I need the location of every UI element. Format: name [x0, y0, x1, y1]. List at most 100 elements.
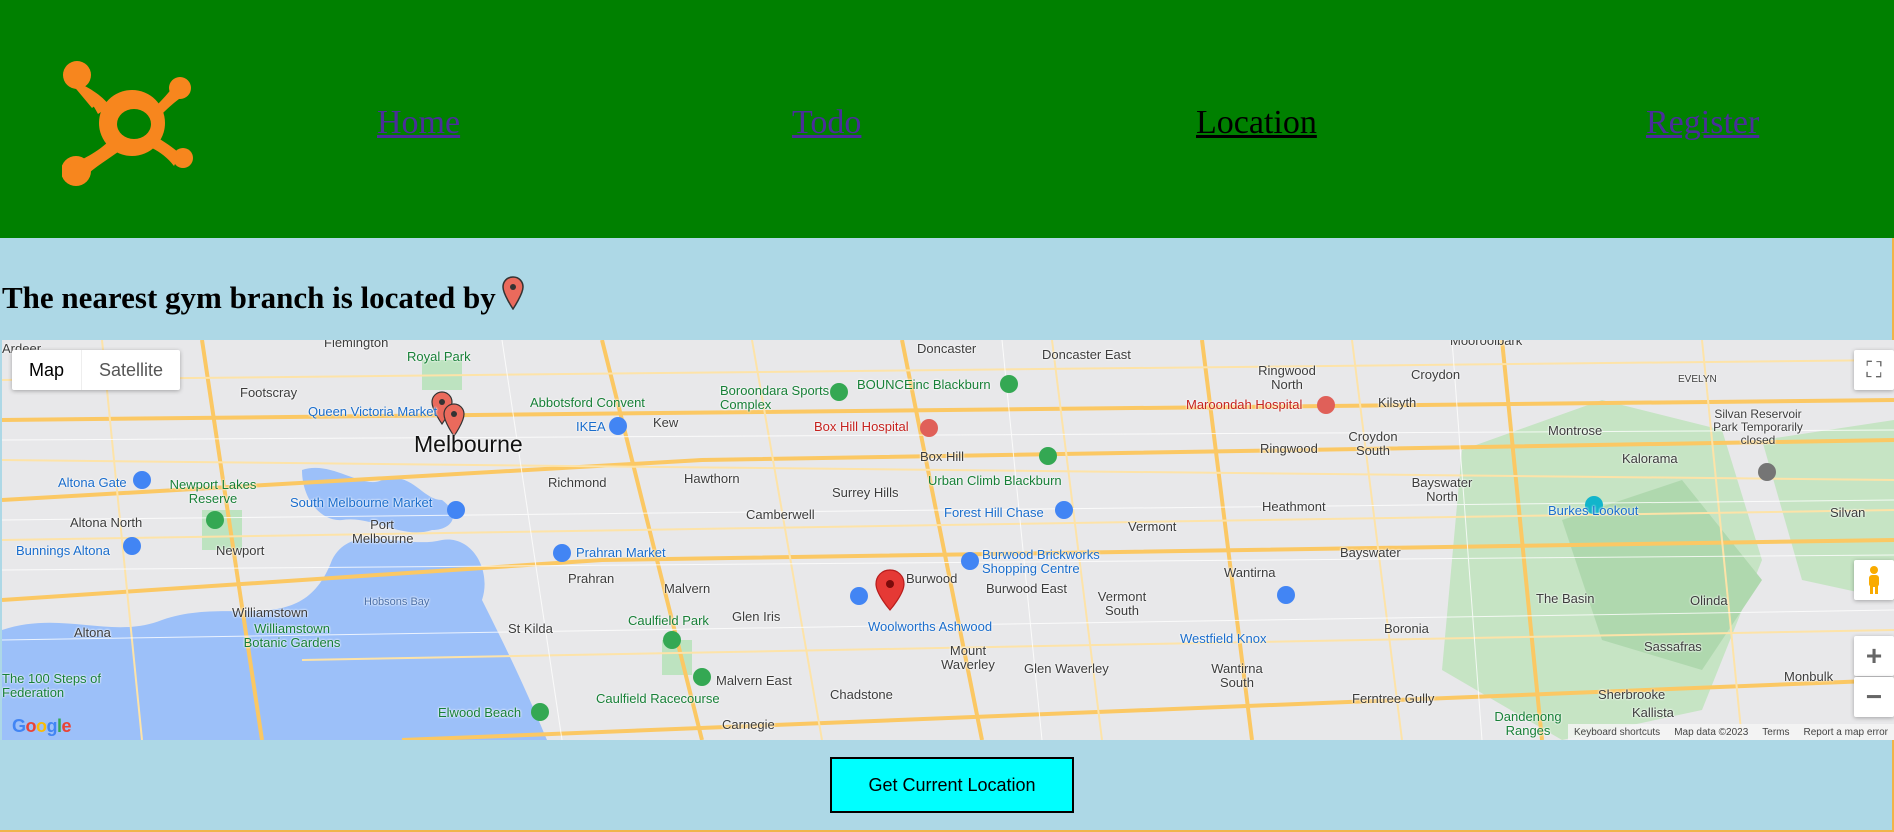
- map-label: Vermont: [1128, 519, 1177, 534]
- map-city-label: Melbourne: [414, 431, 523, 457]
- heading-text: The nearest gym branch is located by: [2, 280, 496, 315]
- map-label: Westfield Knox: [1180, 631, 1267, 646]
- get-current-location-button[interactable]: Get Current Location: [830, 757, 1074, 813]
- map-label: St Kilda: [508, 621, 553, 636]
- map-label: Hawthorn: [684, 471, 740, 486]
- map-label: Sassafras: [1644, 639, 1702, 654]
- map-label: Caulfield Park: [628, 613, 709, 628]
- map-label: Altona North: [70, 515, 143, 530]
- nav-home-link[interactable]: Home: [377, 106, 460, 140]
- google-map[interactable]: Ardeer Flemington Royal Park Footscray Q…: [2, 340, 1894, 740]
- map-label: Camberwell: [746, 507, 815, 522]
- map-label: Doncaster: [917, 341, 977, 356]
- map-label: BOUNCEinc Blackburn: [857, 377, 991, 392]
- map-label: Maroondah Hospital: [1186, 397, 1303, 412]
- map-label: Olinda: [1690, 593, 1728, 608]
- map-label: Glen Iris: [732, 609, 781, 624]
- map-label: Silvan: [1830, 505, 1866, 520]
- map-label: Woolworths Ashwood: [868, 619, 993, 634]
- map-label: Wantirna: [1224, 565, 1276, 580]
- nav-register-link[interactable]: Register: [1646, 106, 1759, 140]
- pegman-icon: [1869, 566, 1879, 594]
- map-label: Ferntree Gully: [1352, 691, 1435, 706]
- map-label: Burwood Brickworks Shopping Centre: [982, 547, 1100, 577]
- map-label: Prahran Market: [576, 545, 666, 560]
- map-label: Kilsyth: [1378, 395, 1417, 410]
- map-type-control: Map Satellite: [12, 350, 181, 390]
- map-label: Newport Lakes Reserve: [169, 477, 257, 507]
- map-label: Boronia: [1384, 621, 1429, 636]
- map-label: Ringwood: [1260, 441, 1318, 456]
- fullscreen-icon: ⛶: [1866, 357, 1882, 382]
- map-label: Burwood: [906, 571, 958, 586]
- map-label: Prahran: [568, 571, 615, 586]
- map-label: Montrose: [1548, 423, 1603, 438]
- map-label: The 100 Steps of Federation: [2, 671, 102, 701]
- map-label: Forest Hill Chase: [944, 505, 1044, 520]
- map-label: Kew: [653, 415, 679, 430]
- map-label: Bayswater North: [1411, 475, 1473, 505]
- map-label: Wantirna South: [1211, 661, 1263, 691]
- zoom-out-button[interactable]: −: [1854, 677, 1894, 717]
- report-error-link[interactable]: Report a map error: [1804, 727, 1888, 738]
- map-label: Caulfield Racecourse: [596, 691, 720, 706]
- map-label: Urban Climb Blackburn: [928, 473, 1062, 488]
- map-label: The Basin: [1536, 591, 1595, 606]
- page-heading: The nearest gym branch is located by: [2, 276, 524, 316]
- map-label: Doncaster East: [1042, 347, 1131, 362]
- map-label: Dandenong Ranges: [1494, 709, 1562, 739]
- keyboard-shortcuts-link[interactable]: Keyboard shortcuts: [1574, 727, 1660, 738]
- terms-link[interactable]: Terms: [1762, 727, 1789, 738]
- map-label: Mooroolbark: [1450, 340, 1523, 348]
- map-label: Croydon: [1411, 367, 1461, 382]
- map-label: Bayswater: [1340, 545, 1401, 560]
- map-label: Port Melbourne: [352, 517, 414, 547]
- nav-location-link[interactable]: Location: [1196, 106, 1317, 140]
- map-label: Elwood Beach: [438, 705, 522, 720]
- map-label: Newport: [216, 543, 265, 558]
- map-label: Sherbrooke: [1598, 687, 1666, 702]
- map-label: Chadstone: [830, 687, 893, 702]
- map-label: Glen Waverley: [1024, 661, 1109, 676]
- map-data-text: Map data ©2023: [1674, 726, 1749, 738]
- google-logo[interactable]: Google: [12, 716, 72, 737]
- map-label: EVELYN: [1678, 374, 1717, 385]
- map-label: Burkes Lookout: [1548, 503, 1639, 518]
- zoom-in-button[interactable]: +: [1854, 636, 1894, 676]
- street-view-pegman[interactable]: [1854, 560, 1894, 600]
- map-type-satellite-button[interactable]: Satellite: [82, 350, 180, 390]
- map-footer: Keyboard shortcuts Map data ©2023 Terms …: [1568, 724, 1894, 740]
- map-type-map-button[interactable]: Map: [12, 350, 83, 390]
- map-label: Box Hill Hospital: [814, 419, 909, 434]
- plus-icon: +: [1865, 640, 1883, 671]
- map-label: Heathmont: [1262, 499, 1326, 514]
- map-label: Malvern: [664, 581, 711, 596]
- map-label: Footscray: [240, 385, 298, 400]
- minus-icon: −: [1865, 681, 1883, 712]
- map-label: Croydon South: [1348, 429, 1398, 459]
- map-label: Box Hill: [920, 449, 965, 464]
- orangetheory-logo-icon[interactable]: [62, 58, 196, 188]
- map-label: Ringwood North: [1258, 363, 1316, 393]
- map-label: Malvern East: [716, 673, 792, 688]
- map-label: Mount Waverley: [941, 643, 995, 673]
- map-label: Flemington: [324, 340, 389, 350]
- map-pin-icon: [501, 276, 524, 310]
- map-label: Williamstown: [232, 605, 308, 620]
- map-label: Surrey Hills: [832, 485, 899, 500]
- map-label: Williamstown Botanic Gardens: [243, 621, 341, 651]
- map-label: Burwood East: [986, 581, 1067, 596]
- map-label: Silvan Reservoir Park Temporarily closed: [1713, 407, 1803, 448]
- map-label: Altona Gate: [58, 475, 127, 490]
- map-label: Kallista: [1632, 705, 1674, 720]
- map-label: IKEA: [576, 419, 606, 434]
- map-label: Bunnings Altona: [16, 543, 110, 558]
- map-label: Kalorama: [1622, 451, 1678, 466]
- nav-todo-link[interactable]: Todo: [792, 106, 861, 140]
- fullscreen-button[interactable]: ⛶: [1854, 350, 1894, 390]
- map-label: Vermont South: [1097, 589, 1147, 619]
- map-label: Hobsons Bay: [364, 596, 430, 608]
- map-label: Richmond: [548, 475, 607, 490]
- map-label: Abbotsford Convent: [530, 395, 645, 410]
- map-label: Altona: [74, 625, 111, 640]
